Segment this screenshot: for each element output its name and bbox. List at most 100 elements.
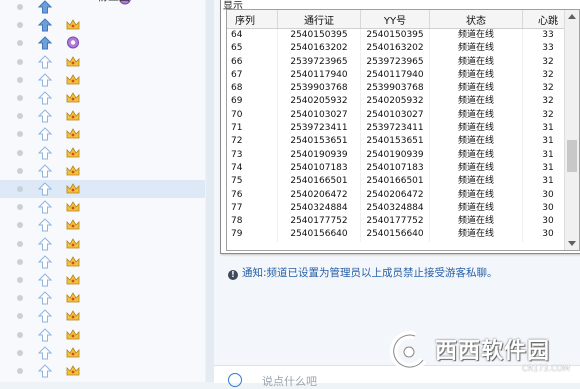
cell-seq: 66: [227, 55, 278, 69]
member-row[interactable]: [0, 344, 205, 362]
table-row[interactable]: 77 2540324884 2540324884 频道在线 30: [227, 201, 574, 216]
cell-status: 频道在线: [429, 108, 523, 123]
cell-seq: 75: [227, 175, 278, 189]
info-icon: !: [228, 270, 238, 280]
watermark-logo-icon: [389, 331, 427, 372]
cell-status: 频道在线: [429, 95, 523, 109]
status-dot-icon: [17, 40, 23, 47]
level-arrow-icon: [38, 346, 52, 360]
member-row[interactable]: [0, 107, 205, 125]
member-row[interactable]: [0, 71, 205, 89]
crown-icon: [66, 310, 80, 321]
member-row[interactable]: [0, 235, 205, 253]
cell-yy: 2539903768: [360, 82, 430, 96]
column-header-passport[interactable]: 通行证: [277, 10, 361, 29]
crown-icon: [66, 256, 80, 267]
status-dot-icon: [17, 22, 23, 29]
member-name: …粉丝团…: [86, 0, 141, 4]
member-row[interactable]: [0, 216, 205, 234]
crown-icon: [66, 274, 80, 285]
member-row[interactable]: [0, 53, 205, 71]
member-row[interactable]: [0, 180, 205, 198]
cell-yy: 2540166501: [360, 175, 430, 189]
table-row[interactable]: 71 2539723411 2539723411 频道在线 31: [227, 122, 574, 136]
status-dot-icon: [17, 131, 23, 138]
crown-icon: [66, 128, 80, 139]
level-arrow-icon: [38, 164, 52, 178]
chat-input-placeholder[interactable]: 说点什么吧: [262, 373, 317, 389]
member-row[interactable]: [0, 34, 205, 52]
table-row[interactable]: 72 2540153651 2540153651 频道在线 31: [227, 135, 574, 149]
cell-status: 频道在线: [429, 175, 523, 189]
crown-icon: [66, 183, 80, 194]
cell-status: 频道在线: [429, 135, 523, 149]
crown-icon: [66, 365, 80, 376]
table-row[interactable]: 70 2540103027 2540103027 频道在线 32: [227, 108, 574, 123]
column-header-seq[interactable]: 序列: [227, 10, 278, 29]
member-row[interactable]: [0, 289, 205, 307]
cell-seq: 64: [227, 28, 278, 43]
member-row[interactable]: [0, 89, 205, 107]
member-row[interactable]: [0, 271, 205, 289]
level-arrow-icon: [38, 18, 52, 32]
cell-status: 频道在线: [429, 188, 523, 202]
member-row[interactable]: [0, 144, 205, 162]
member-row[interactable]: [0, 198, 205, 216]
status-dot-icon: [17, 331, 23, 338]
member-row[interactable]: [0, 307, 205, 325]
member-status-table: 序列 通行证 YY号 状态 心跳 64 2540150395 2540150395 频…: [227, 10, 574, 242]
member-table: 序列 通行证 YY号 状态 心跳 64 2540150395 2540150395 频…: [226, 9, 580, 251]
table-row[interactable]: 74 2540107183 2540107183 频道在线 31: [227, 161, 574, 176]
level-arrow-icon: [38, 0, 52, 14]
column-header-yy[interactable]: YY号: [360, 10, 430, 29]
level-arrow-icon: [38, 182, 52, 196]
table-row[interactable]: 68 2539903768 2539903768 频道在线 32: [227, 82, 574, 96]
cell-passport: 2540166501: [277, 175, 361, 189]
table-row[interactable]: 64 2540150395 2540150395 频道在线 33: [227, 28, 574, 43]
cell-yy: 2540150395: [360, 28, 430, 43]
cell-status: 频道在线: [429, 161, 523, 176]
member-row[interactable]: [0, 326, 205, 344]
cell-seq: 68: [227, 82, 278, 96]
level-arrow-icon: [38, 73, 52, 87]
table-row[interactable]: 73 2540190939 2540190939 频道在线 31: [227, 148, 574, 162]
cell-yy: 2540107183: [360, 161, 430, 176]
status-dot-icon: [17, 167, 23, 174]
watermark-brand: 西西软件园: [435, 339, 551, 364]
purple-badge-icon: [67, 36, 79, 49]
member-row[interactable]: [0, 162, 205, 180]
cell-yy: 2540156640: [360, 228, 430, 242]
member-row[interactable]: …粉丝团…: [0, 0, 205, 16]
member-row[interactable]: [0, 16, 205, 34]
member-row[interactable]: [0, 125, 205, 143]
status-dot-icon: [17, 295, 23, 302]
table-row[interactable]: 69 2540205932 2540205932 频道在线 32: [227, 95, 574, 109]
level-arrow-icon: [38, 309, 52, 323]
table-row[interactable]: 76 2540206472 2540206472 频道在线 30: [227, 188, 574, 202]
cell-yy: 2540163202: [360, 42, 430, 56]
table-row[interactable]: 66 2539723965 2539723965 频道在线 32: [227, 55, 574, 69]
table-row[interactable]: 78 2540177752 2540177752 频道在线 30: [227, 215, 574, 229]
scroll-up-icon[interactable]: [568, 14, 576, 19]
table-row[interactable]: 75 2540166501 2540166501 频道在线 31: [227, 175, 574, 189]
crown-icon: [66, 92, 80, 103]
member-row[interactable]: [0, 362, 205, 380]
crown-icon: [66, 110, 80, 121]
table-row[interactable]: 79 2540156640 2540156640 频道在线 30: [227, 228, 574, 242]
member-row[interactable]: [0, 253, 205, 271]
cell-passport: 2540103027: [277, 108, 361, 123]
crown-icon: [66, 146, 80, 157]
status-dot-icon: [17, 58, 23, 65]
scroll-thumb[interactable]: [567, 140, 577, 172]
emoji-icon[interactable]: [228, 373, 242, 387]
cell-status: 频道在线: [429, 55, 523, 69]
level-arrow-icon: [38, 145, 52, 160]
status-dot-icon: [17, 240, 23, 247]
table-row[interactable]: 65 2540163202 2540163202 频道在线 33: [227, 42, 574, 56]
table-row[interactable]: 67 2540117940 2540117940 频道在线 32: [227, 68, 574, 83]
cell-passport: 2539723965: [277, 55, 361, 69]
scroll-down-icon[interactable]: [568, 241, 576, 246]
table-scrollbar[interactable]: [564, 10, 579, 250]
splitter[interactable]: [206, 0, 214, 382]
column-header-status[interactable]: 状态: [429, 10, 523, 29]
